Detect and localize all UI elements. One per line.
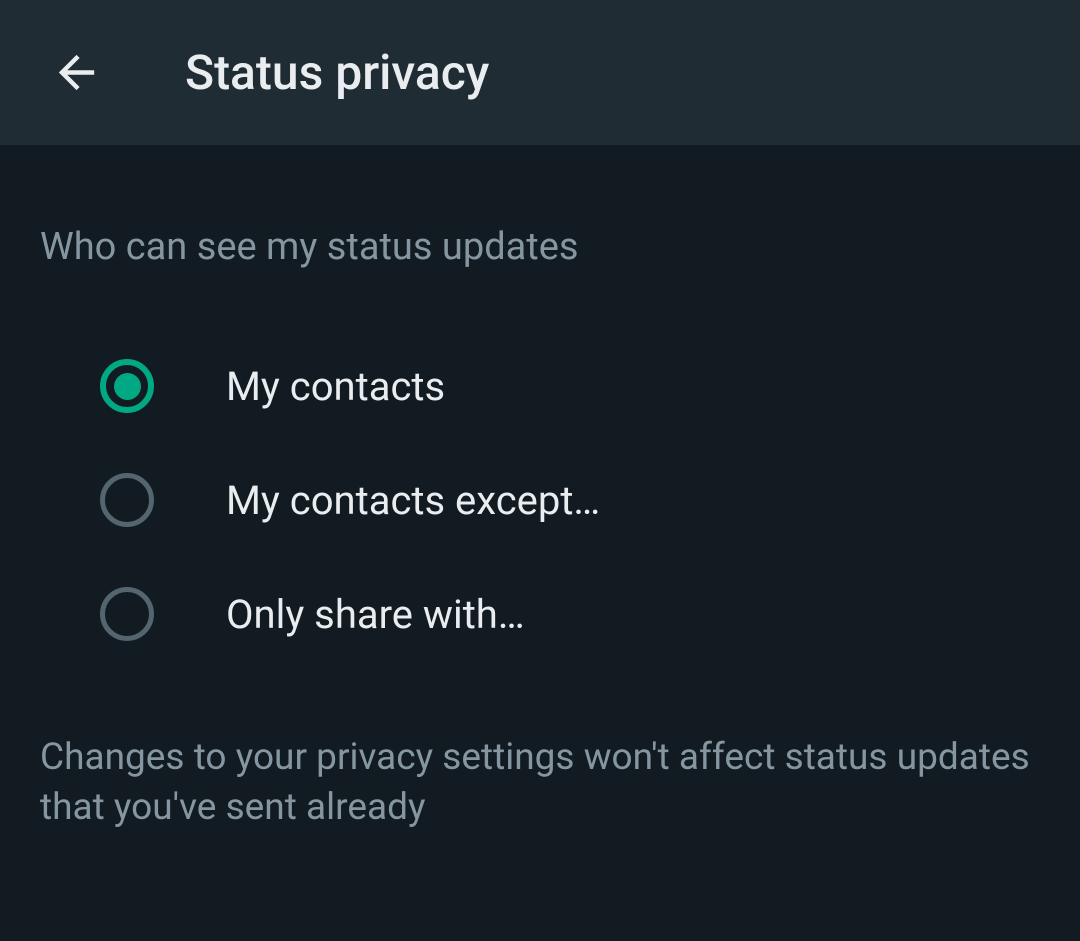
page-title: Status privacy [185, 44, 489, 101]
option-label: Only share with… [226, 591, 525, 638]
option-label: My contacts [226, 363, 445, 410]
option-only-share-with[interactable]: Only share with… [40, 557, 1040, 671]
content-area: Who can see my status updates My contact… [0, 145, 1080, 833]
radio-unselected-icon [100, 587, 154, 641]
back-button[interactable] [50, 46, 103, 99]
header-bar: Status privacy [0, 0, 1080, 145]
radio-selected-icon [100, 359, 154, 413]
back-arrow-icon [50, 46, 103, 99]
option-my-contacts[interactable]: My contacts [40, 329, 1040, 443]
section-heading: Who can see my status updates [40, 225, 1040, 269]
radio-unselected-icon [100, 473, 154, 527]
option-label: My contacts except… [226, 477, 600, 524]
footer-note: Changes to your privacy settings won't a… [40, 733, 1040, 833]
option-my-contacts-except[interactable]: My contacts except… [40, 443, 1040, 557]
